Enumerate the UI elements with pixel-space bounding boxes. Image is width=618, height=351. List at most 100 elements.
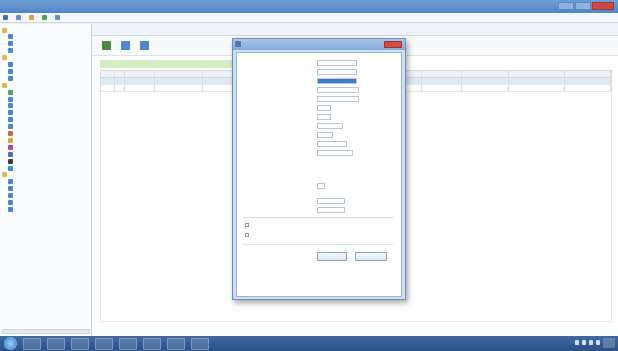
app-icon[interactable]	[191, 337, 209, 350]
sidebar-tree-item[interactable]	[8, 41, 15, 47]
option-checkbox[interactable]	[245, 232, 251, 238]
option-checkbox[interactable]	[245, 222, 251, 228]
menu-item[interactable]	[16, 15, 23, 20]
field-input[interactable]	[317, 113, 331, 120]
sidebar-tree-item[interactable]	[8, 124, 15, 130]
column-header[interactable]	[155, 71, 203, 77]
close-button[interactable]	[592, 2, 614, 10]
tray-icon[interactable]	[589, 340, 593, 345]
dialog-close-button[interactable]	[384, 41, 402, 48]
media-icon[interactable]	[71, 337, 89, 350]
column-header[interactable]	[115, 71, 125, 77]
sidebar-tree-item[interactable]	[8, 96, 15, 102]
sidebar-tree-item[interactable]	[8, 103, 15, 109]
sidebar-tree-item[interactable]	[2, 172, 9, 178]
field-input[interactable]	[317, 104, 331, 111]
column-header[interactable]	[422, 71, 462, 77]
sidebar-tree-item[interactable]	[8, 68, 15, 74]
field-input[interactable]	[317, 149, 353, 156]
table-cell	[101, 85, 115, 91]
maximize-button[interactable]	[575, 2, 591, 10]
field-input[interactable]	[317, 86, 359, 93]
sidebar-tree-item[interactable]	[8, 48, 15, 54]
sidebar-tree-item[interactable]	[8, 151, 15, 157]
sidebar-tree-item[interactable]	[2, 55, 9, 61]
field-input[interactable]	[317, 206, 345, 213]
field-input[interactable]	[317, 59, 357, 66]
checkbox-box[interactable]	[245, 233, 249, 237]
field-input[interactable]	[317, 77, 357, 84]
sidebar-tree-item[interactable]	[8, 131, 15, 137]
menu-item[interactable]	[55, 15, 62, 20]
field-input[interactable]	[317, 68, 357, 75]
sidebar-tree-item[interactable]	[8, 110, 15, 116]
menu-item[interactable]	[42, 15, 49, 20]
menu-item[interactable]	[3, 15, 10, 20]
tray-icon[interactable]	[582, 340, 586, 345]
document-tabstrip	[92, 24, 618, 36]
field-input[interactable]	[317, 95, 359, 102]
toolbar-button[interactable]	[140, 41, 151, 50]
folder-icon	[2, 172, 7, 178]
sidebar-tree-item[interactable]	[8, 144, 15, 150]
add-icon	[102, 41, 111, 50]
sidebar-tree-item[interactable]	[8, 165, 15, 171]
minimize-button[interactable]	[558, 2, 574, 10]
door-icon	[8, 103, 13, 109]
sidebar-tree-item[interactable]	[8, 200, 15, 206]
start-button[interactable]	[4, 337, 17, 350]
tray-icon[interactable]	[575, 340, 579, 345]
toolbar-button[interactable]	[121, 41, 132, 50]
paint-icon[interactable]	[143, 337, 161, 350]
menu-item[interactable]	[29, 15, 36, 20]
sidebar-horizontal-scrollbar[interactable]	[2, 329, 90, 334]
field-input[interactable]	[317, 122, 343, 129]
ie-icon[interactable]	[23, 337, 41, 350]
user-icon	[8, 62, 13, 67]
field-input[interactable]	[317, 131, 333, 138]
file-icon	[16, 15, 21, 20]
taskbar-clock[interactable]	[603, 338, 615, 348]
sidebar-tree-item[interactable]	[8, 137, 15, 143]
app-icon[interactable]	[119, 337, 137, 350]
ok-button[interactable]	[317, 252, 347, 261]
form-row	[243, 131, 393, 138]
checkbox-box[interactable]	[245, 223, 249, 227]
table-cell	[462, 85, 510, 91]
table-cell	[509, 78, 566, 84]
sidebar-tree-item[interactable]	[8, 193, 15, 199]
table-cell	[155, 85, 203, 91]
sidebar-tree-item[interactable]	[8, 186, 15, 192]
app-icon[interactable]	[167, 337, 185, 350]
network-icon[interactable]	[95, 337, 113, 350]
sidebar-tree-item[interactable]	[8, 34, 15, 40]
field-input[interactable]	[317, 197, 345, 204]
column-header[interactable]	[462, 71, 510, 77]
column-header[interactable]	[125, 71, 155, 77]
tray-icon[interactable]	[596, 340, 600, 345]
app-icon	[3, 15, 8, 20]
sidebar-tree-item[interactable]	[2, 82, 9, 88]
sidebar-tree-item[interactable]	[8, 179, 15, 185]
sidebar-tree-item[interactable]	[8, 75, 15, 81]
card-icon	[8, 165, 13, 171]
report-icon	[8, 186, 13, 192]
folder-icon	[2, 55, 7, 61]
cancel-button[interactable]	[355, 252, 387, 261]
column-header[interactable]	[101, 71, 115, 77]
sidebar-tree-item[interactable]	[2, 27, 9, 33]
field-input[interactable]	[317, 140, 347, 147]
toolbar-button[interactable]	[102, 41, 113, 50]
column-header[interactable]	[565, 71, 612, 77]
sidebar-tree-item[interactable]	[8, 206, 15, 212]
user-icon	[8, 34, 13, 40]
sidebar-tree-item[interactable]	[8, 62, 15, 68]
column-header[interactable]	[509, 71, 566, 77]
sidebar-tree-item[interactable]	[8, 117, 15, 123]
sidebar-tree-item[interactable]	[8, 158, 15, 164]
sidebar-tree-item[interactable]	[8, 89, 15, 95]
folder-icon[interactable]	[47, 337, 65, 350]
dialog-separator	[243, 244, 393, 245]
field-input[interactable]	[317, 182, 325, 189]
dialog-titlebar	[233, 39, 405, 50]
